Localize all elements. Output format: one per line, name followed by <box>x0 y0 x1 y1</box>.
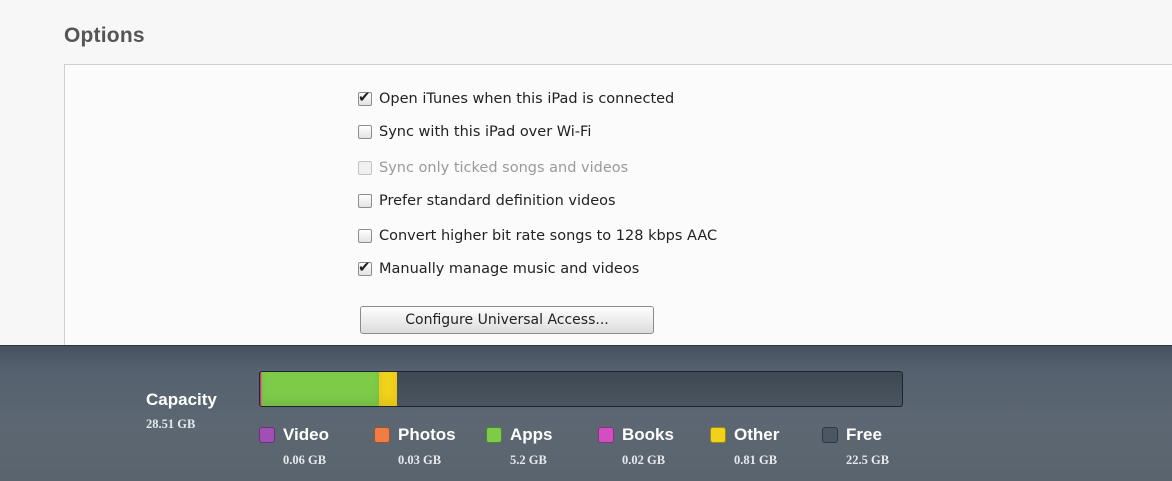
legend-value: 0.02 GB <box>622 453 665 468</box>
legend-name: Free <box>846 425 882 445</box>
option-prefer-sd[interactable]: Prefer standard definition videos <box>358 193 616 209</box>
legend-value: 0.81 GB <box>734 453 777 468</box>
option-convert-bitrate[interactable]: Convert higher bit rate songs to 128 kbp… <box>358 228 717 244</box>
option-label: Manually manage music and videos <box>379 261 639 277</box>
legend-name: Other <box>734 425 779 445</box>
legend-value: 0.06 GB <box>283 453 326 468</box>
capacity-segment-other <box>379 372 397 406</box>
option-label: Sync only ticked songs and videos <box>379 160 628 176</box>
legend-swatch <box>822 427 838 443</box>
legend-swatch <box>710 427 726 443</box>
option-label: Sync with this iPad over Wi-Fi <box>379 124 591 140</box>
checkbox[interactable] <box>358 229 372 243</box>
legend-name: Books <box>622 425 674 445</box>
option-label: Open iTunes when this iPad is connected <box>379 91 674 107</box>
option-label: Convert higher bit rate songs to 128 kbp… <box>379 228 717 244</box>
checkbox[interactable]: ✔ <box>358 262 372 276</box>
capacity-segment-apps <box>262 372 379 406</box>
legend-name: Apps <box>510 425 553 445</box>
option-manual-manage[interactable]: ✔ Manually manage music and videos <box>358 261 639 277</box>
capacity-area <box>0 345 1172 481</box>
configure-universal-access-button[interactable]: Configure Universal Access... <box>360 306 654 334</box>
capacity-segment-free <box>397 372 902 406</box>
legend-value: 5.2 GB <box>510 453 547 468</box>
legend-swatch <box>486 427 502 443</box>
capacity-bar <box>259 371 903 407</box>
capacity-label: Capacity <box>146 390 217 410</box>
legend-swatch <box>598 427 614 443</box>
legend-value: 22.5 GB <box>846 453 889 468</box>
capacity-total: 28.51 GB <box>146 417 195 432</box>
options-title: Options <box>64 24 145 48</box>
checkbox[interactable] <box>358 125 372 139</box>
checkbox[interactable]: ✔ <box>358 92 372 106</box>
option-open-itunes[interactable]: ✔ Open iTunes when this iPad is connecte… <box>358 91 674 107</box>
option-sync-ticked[interactable]: Sync only ticked songs and videos <box>358 160 628 176</box>
checkmark-icon: ✔ <box>358 258 371 276</box>
legend-name: Video <box>283 425 329 445</box>
legend-swatch <box>374 427 390 443</box>
checkmark-icon: ✔ <box>358 88 371 106</box>
option-label: Prefer standard definition videos <box>379 193 616 209</box>
checkbox[interactable] <box>358 194 372 208</box>
legend-value: 0.03 GB <box>398 453 441 468</box>
option-sync-wifi[interactable]: Sync with this iPad over Wi-Fi <box>358 124 591 140</box>
legend-swatch <box>259 427 275 443</box>
legend-name: Photos <box>398 425 456 445</box>
checkbox[interactable] <box>358 161 372 175</box>
